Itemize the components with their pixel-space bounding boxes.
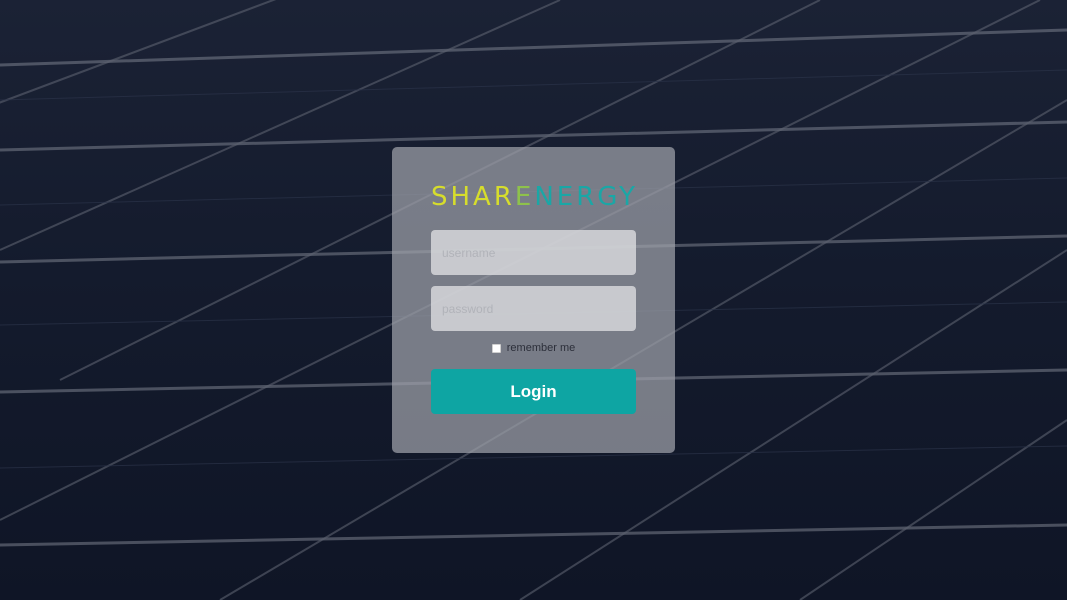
logo-text-e: E: [514, 182, 535, 212]
remember-me-checkbox[interactable]: [491, 343, 501, 353]
login-button[interactable]: Login: [431, 369, 636, 414]
username-input[interactable]: [431, 230, 636, 275]
remember-me-label: remember me: [506, 342, 576, 354]
logo-text-nergy: NERGY: [534, 182, 639, 212]
sharenergy-logo: SHAR E NERGY: [431, 179, 636, 215]
remember-me-row: remember me: [392, 342, 675, 354]
password-input[interactable]: [431, 286, 636, 331]
login-card: SHARENERGY remember me Login: [392, 147, 675, 453]
logo-text-share: SHAR: [431, 182, 515, 212]
